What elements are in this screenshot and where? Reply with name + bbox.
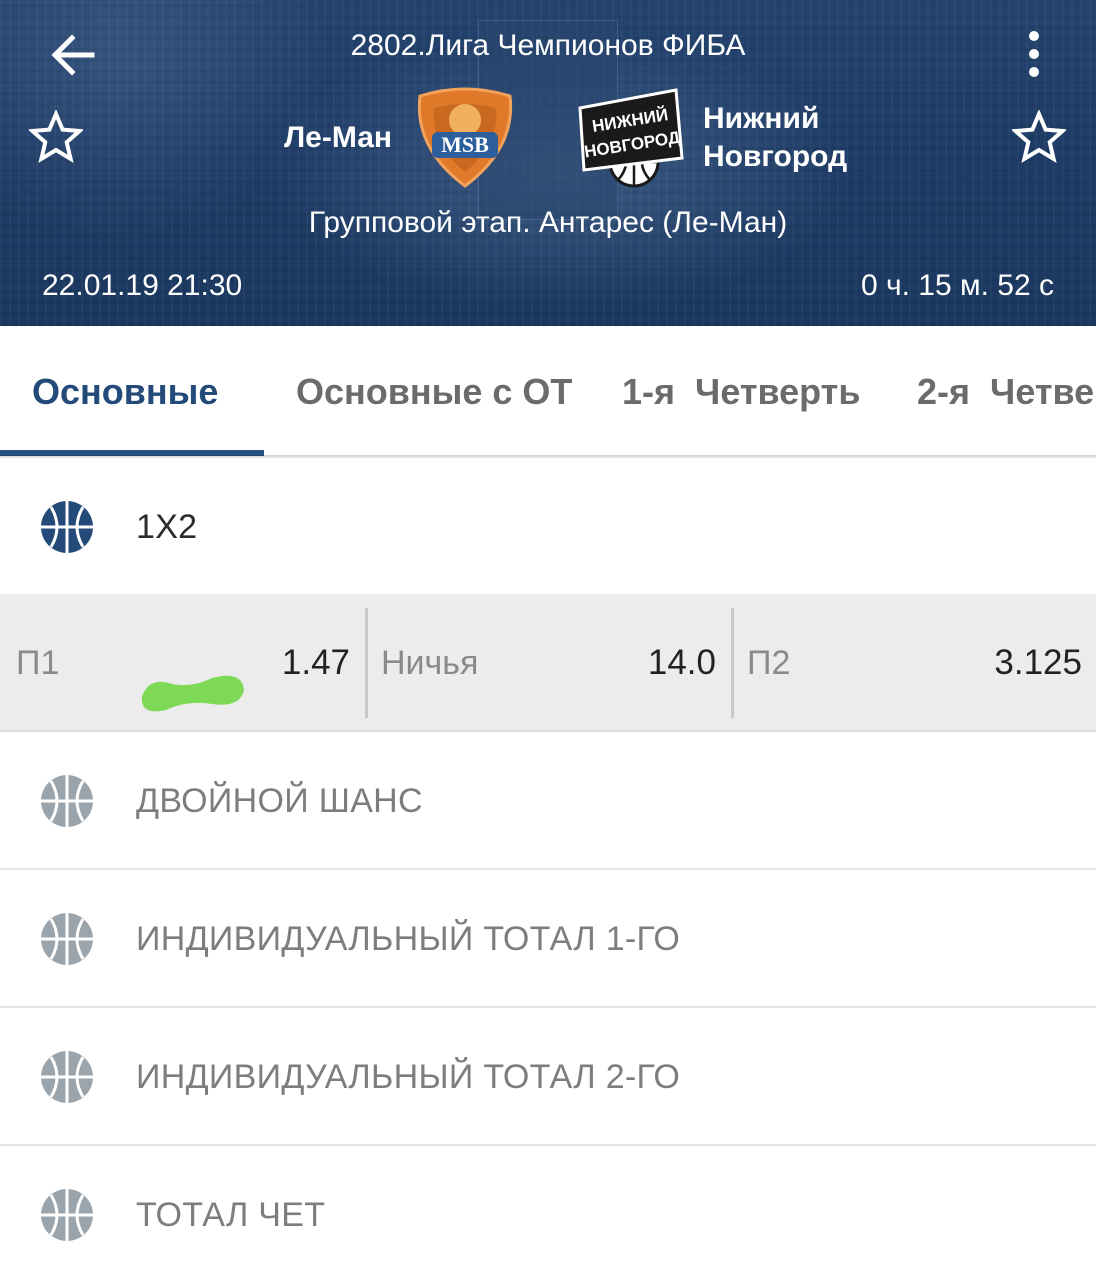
market-label: ИНДИВИДУАЛЬНЫЙ ТОТАЛ 1-ГО	[136, 920, 681, 958]
market-individual-total-away[interactable]: ИНДИВИДУАЛЬНЫЙ ТОТАЛ 2-ГО	[0, 1008, 1096, 1146]
match-header: 2802.Лига Чемпионов ФИБА Ле-Ман MSB НИЖН…	[0, 0, 1096, 326]
odd-draw[interactable]: Ничья 14.0	[368, 594, 732, 732]
basketball-icon	[41, 501, 93, 553]
basketball-icon	[41, 1051, 93, 1103]
star-outline-icon	[27, 108, 85, 163]
match-stage-venue: Групповой этап. Антарес (Ле-Ман)	[308, 206, 788, 239]
more-vertical-icon	[1029, 31, 1039, 77]
match-countdown: 0 ч. 15 м. 52 с	[860, 269, 1054, 302]
tab-first-quarter[interactable]: 1-я Четверть	[622, 326, 860, 456]
odd-away-win[interactable]: П2 3.125	[734, 594, 1096, 732]
tab-second-quarter[interactable]: 2-я Четверть	[917, 326, 1096, 456]
tab-main-with-overtime[interactable]: Основные с ОТ	[296, 326, 572, 456]
market-tabs: Основные Основные с ОТ 1-я Четверть 2-я …	[0, 326, 1096, 456]
market-total-even[interactable]: ТОТАЛ ЧЕТ	[0, 1146, 1096, 1280]
league-title: 2802.Лига Чемпионов ФИБА	[350, 29, 746, 62]
market-double-chance[interactable]: ДВОЙНОЙ ШАНС	[0, 732, 1096, 870]
highlighter-scribble	[141, 675, 244, 712]
basketball-icon	[41, 775, 93, 827]
market-label: ДВОЙНОЙ ШАНС	[136, 782, 423, 820]
odd-name: Ничья	[381, 644, 479, 682]
home-team-logo: MSB	[412, 86, 518, 190]
basketball-icon	[41, 1189, 93, 1241]
favorite-home-button[interactable]	[27, 108, 85, 164]
odd-value: 1.47	[281, 643, 350, 682]
tab-main[interactable]: Основные	[32, 326, 218, 456]
odd-name: П1	[16, 644, 60, 682]
market-individual-total-home[interactable]: ИНДИВИДУАЛЬНЫЙ ТОТАЛ 1-ГО	[0, 870, 1096, 1008]
star-outline-icon	[1010, 108, 1068, 163]
market-label: 1X2	[136, 508, 198, 546]
odd-name: П2	[747, 644, 791, 682]
away-team-logo: НИЖНИЙ НОВГОРОД	[576, 86, 686, 188]
odd-value: 14.0	[647, 643, 716, 682]
more-menu-button[interactable]	[1018, 28, 1050, 80]
market-1x2-header[interactable]: 1X2	[0, 458, 1096, 594]
away-team-name-line2: Новгород	[703, 140, 848, 173]
basketball-icon	[41, 913, 93, 965]
odd-value: 3.125	[994, 643, 1082, 682]
home-team-name: Ле-Ман	[284, 121, 392, 154]
market-label: ТОТАЛ ЧЕТ	[136, 1196, 326, 1234]
market-label: ИНДИВИДУАЛЬНЫЙ ТОТАЛ 2-ГО	[136, 1058, 681, 1096]
favorite-away-button[interactable]	[1010, 108, 1068, 164]
away-team-name-line1: Нижний	[703, 102, 820, 135]
match-datetime: 22.01.19 21:30	[42, 269, 243, 302]
away-team-name: Нижний Новгород	[703, 100, 903, 176]
home-logo-text: MSB	[441, 132, 489, 157]
